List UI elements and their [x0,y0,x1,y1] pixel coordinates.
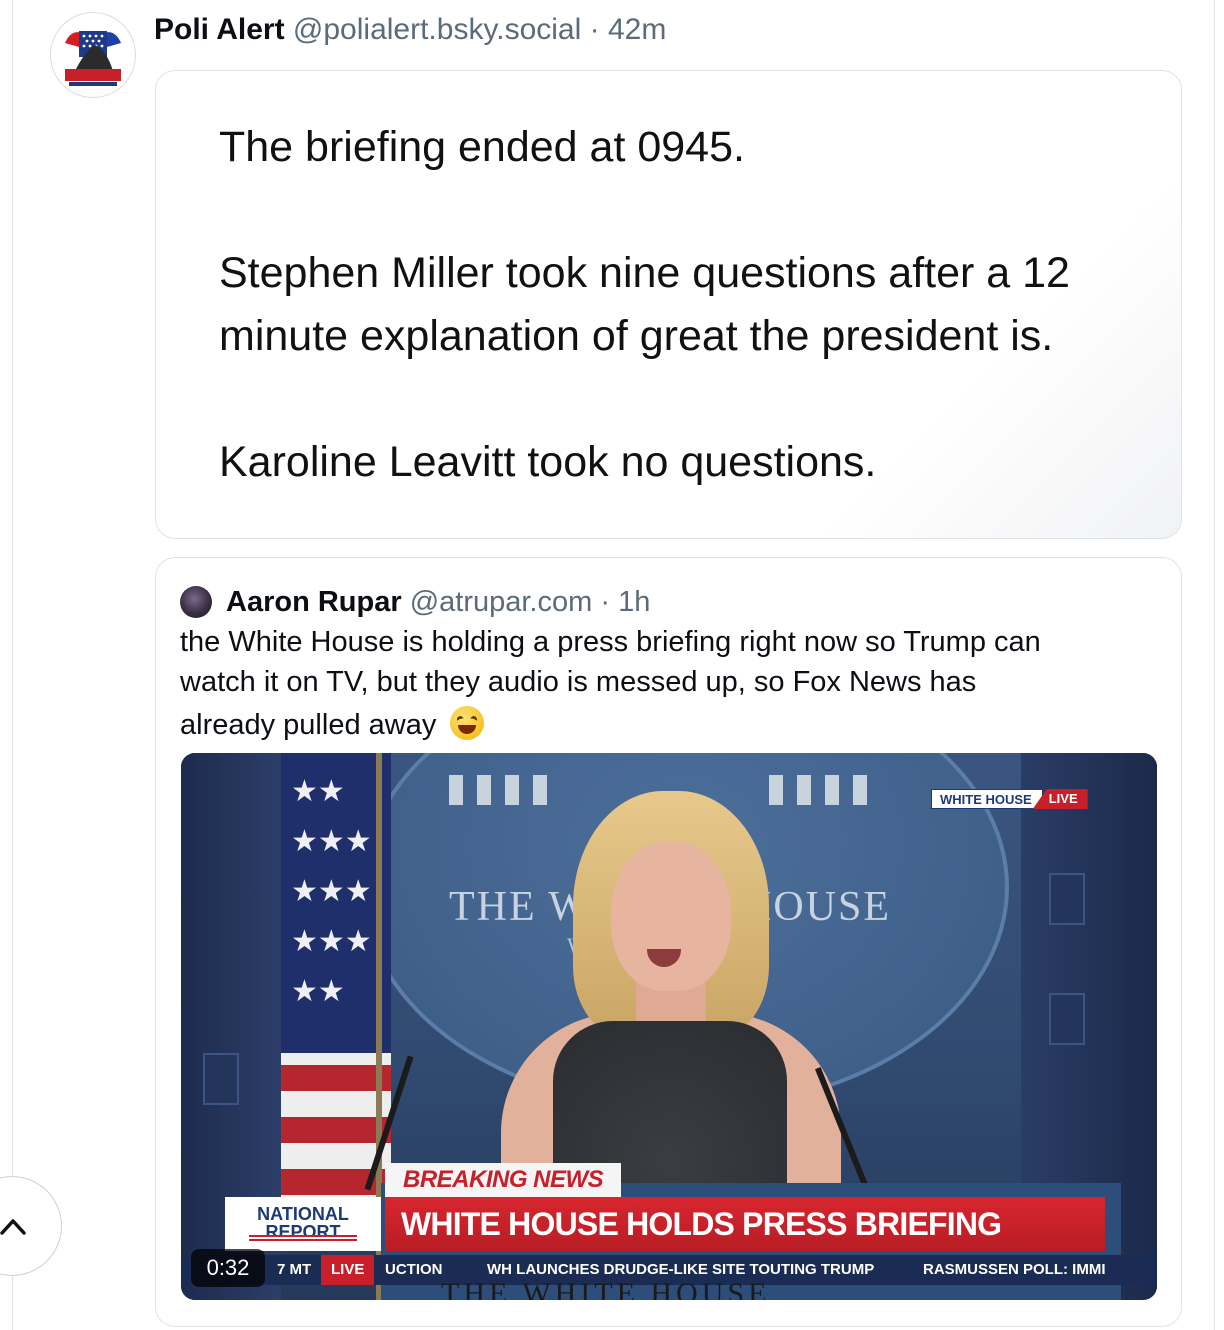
logo-stripes [249,1235,357,1241]
quoted-author-avatar[interactable] [180,586,212,618]
image-text-line: minute explanation of great the presiden… [219,312,1054,360]
video-window [1049,993,1085,1045]
ticker-live: LIVE [321,1255,375,1285]
header-separator: · [589,13,600,46]
author-name[interactable]: Poli Alert [154,13,285,46]
star-icon: ★★★ [291,825,372,858]
podium-text: THE WHITE HOUSE [441,1277,771,1300]
logo-line-1: NATIONAL [257,1204,349,1224]
feed-right-border [1214,0,1215,1330]
quoted-post-header: Aaron Rupar @atrupar.com · 1h [226,580,650,624]
video-window [203,1053,239,1105]
ticker-item: UCTION [385,1261,443,1278]
quoted-header-separator: · [600,586,611,618]
live-badge-label: WHITE HOUSE [931,789,1043,809]
post-header: Poli Alert @polialert.bsky.social · 42m [154,8,666,52]
quoted-text-line: the White House is holding a press brief… [180,626,1041,658]
star-icon: ★★★ [291,925,372,958]
author-avatar[interactable] [50,12,136,98]
building-column [449,775,463,805]
quoted-post-timestamp[interactable]: 1h [618,586,650,618]
building-column [825,775,839,805]
video-timestamp: 0:32 [191,1249,265,1287]
backdrop-text: THE W [449,884,591,930]
image-text-line: Karoline Leavitt took no questions. [219,438,877,486]
image-text-line: The briefing ended at 0945. [219,123,745,171]
ticker-item: RASMUSSEN POLL: IMMI [923,1261,1106,1278]
quoted-post-card[interactable]: Aaron Rupar @atrupar.com · 1h the White … [155,557,1182,1327]
building-column [505,775,519,805]
building-column [533,775,547,805]
poli-alert-logo-icon [53,15,133,95]
quoted-author-name[interactable]: Aaron Rupar [226,586,402,618]
ticker-time: 7 MT [277,1261,312,1278]
feed-left-border [12,0,13,1330]
live-badge: WHITE HOUSE LIVE [931,789,1088,809]
national-report-logo: NATIONAL REPORT [225,1197,381,1251]
building-column [797,775,811,805]
scroll-to-top-button[interactable] [0,1176,62,1276]
star-icon: ★★ [291,775,345,808]
headline-banner: WHITE HOUSE HOLDS PRESS BRIEFING [385,1197,1105,1251]
post-timestamp[interactable]: 42m [608,13,666,46]
star-icon: ★★ [291,975,345,1008]
author-handle[interactable]: @polialert.bsky.social [293,13,581,46]
quoted-author-handle[interactable]: @atrupar.com [410,586,593,618]
star-icon: ★★★ [291,875,372,908]
image-text-line: Stephen Miller took nine questions after… [219,249,1070,297]
breaking-news-tag: BREAKING NEWS [385,1163,622,1197]
speaker-face [611,841,731,991]
video-player[interactable]: THE W HOUSE WA ON ★★ ★★★ ★★★ ★★★ ★★ WHIT… [181,753,1157,1300]
grinning-squinting-face-icon [450,706,485,740]
post-image-card[interactable]: The briefing ended at 0945. Stephen Mill… [155,70,1182,539]
building-column [853,775,867,805]
video-window [1049,873,1085,925]
chevron-up-icon [0,1219,26,1235]
quoted-text-line: watch it on TV, but they audio is messed… [180,666,977,698]
quoted-text-content: already pulled away [180,709,437,741]
building-column [769,775,783,805]
building-column [477,775,491,805]
quoted-text-line-last: already pulled away [180,706,485,742]
